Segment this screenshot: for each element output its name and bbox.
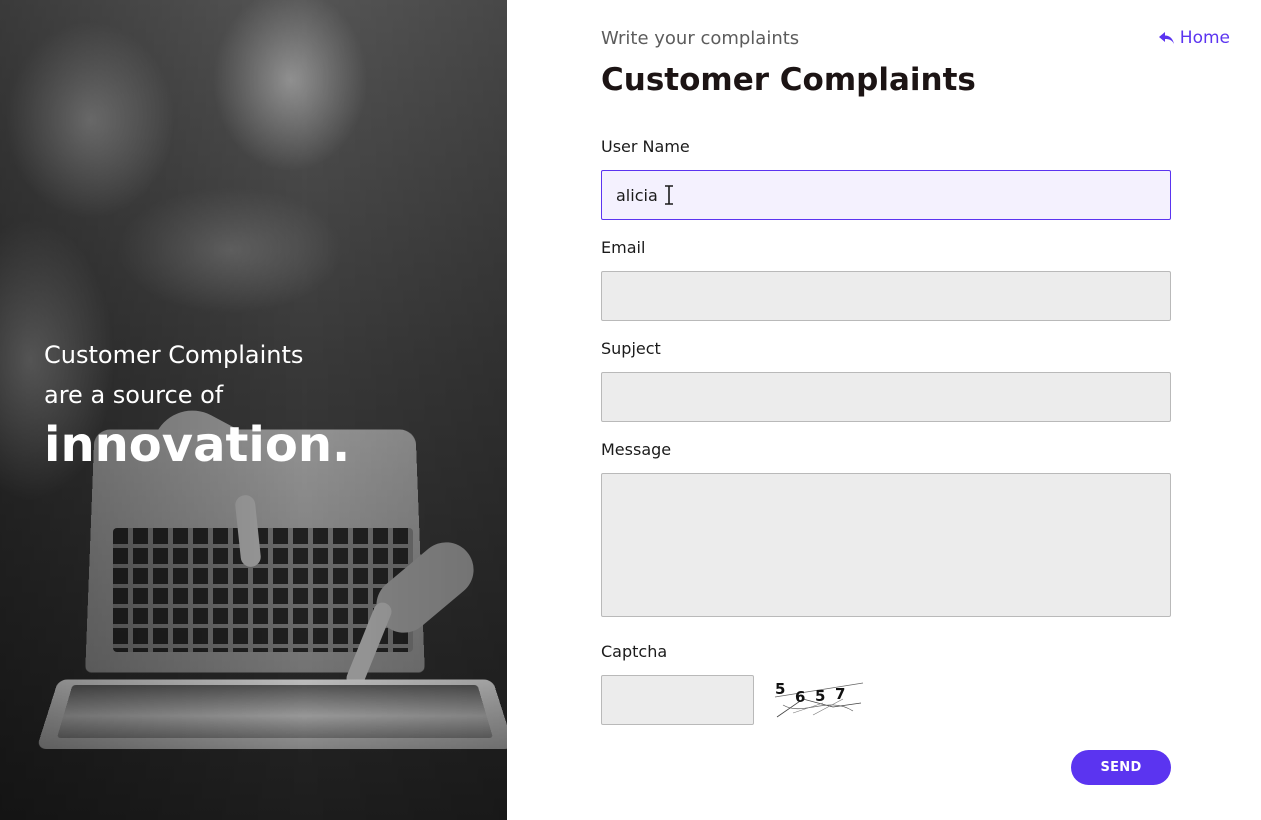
message-textarea[interactable] xyxy=(601,473,1171,617)
home-link[interactable]: Home xyxy=(1158,28,1230,48)
page-title: Customer Complaints xyxy=(601,62,976,98)
hero-tagline-line1: Customer Complaints xyxy=(44,341,304,369)
email-input[interactable] xyxy=(601,271,1171,321)
reply-arrow-icon xyxy=(1158,31,1174,44)
text-cursor-icon xyxy=(664,185,674,205)
complaint-form-panel: Home Write your complaints Customer Comp… xyxy=(507,0,1261,820)
captcha-label: Captcha xyxy=(601,642,668,661)
send-button[interactable]: SEND xyxy=(1071,750,1171,785)
captcha-input[interactable] xyxy=(601,675,754,725)
message-label: Message xyxy=(601,440,672,459)
email-label: Email xyxy=(601,238,646,257)
username-value: alicia xyxy=(616,185,658,205)
hero-tagline-line2: are a source of xyxy=(44,381,224,409)
captcha-code: 5657 xyxy=(775,680,845,706)
page: Customer Complaints are a source of inno… xyxy=(0,0,1261,820)
username-label: User Name xyxy=(601,137,690,156)
hero-tagline-emphasis: innovation. xyxy=(44,417,351,473)
subject-label: Supject xyxy=(601,339,661,358)
subject-input[interactable] xyxy=(601,372,1171,422)
username-input[interactable]: alicia xyxy=(601,170,1171,220)
home-link-label: Home xyxy=(1179,28,1230,48)
hero-tagline: Customer Complaints are a source of inno… xyxy=(44,335,350,477)
page-subtitle: Write your complaints xyxy=(601,28,800,49)
hero-image-panel: Customer Complaints are a source of inno… xyxy=(0,0,507,820)
captcha-image: 5657 xyxy=(773,677,865,721)
